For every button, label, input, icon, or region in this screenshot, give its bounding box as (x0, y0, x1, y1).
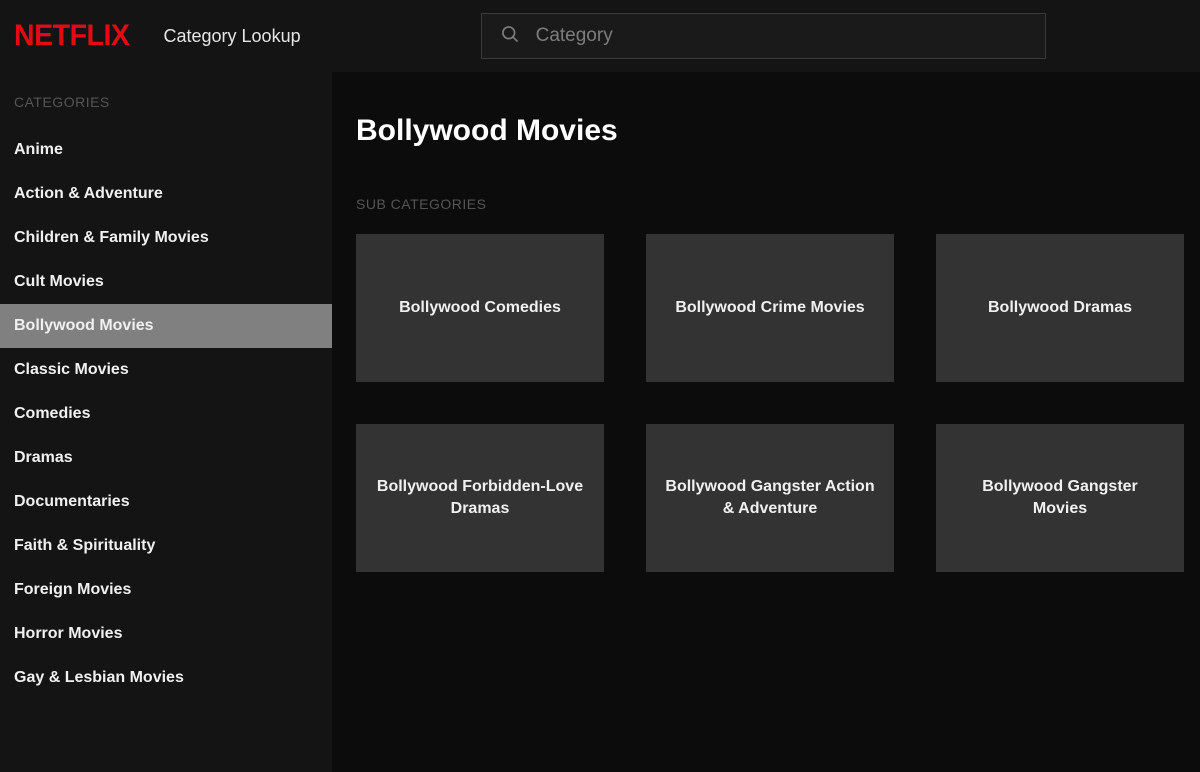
sidebar-item[interactable]: Foreign Movies (0, 568, 332, 612)
page-title: Bollywood Movies (356, 114, 1176, 148)
search-icon (500, 24, 520, 49)
sidebar-item[interactable]: Comedies (0, 392, 332, 436)
subcategory-card[interactable]: Bollywood Comedies (356, 234, 604, 382)
subcategory-label: Bollywood Gangster Movies (954, 476, 1166, 519)
sidebar: CATEGORIES Anime Action & Adventure Childr… (0, 72, 332, 772)
sidebar-item-label: Cult Movies (14, 273, 104, 290)
subcategory-card[interactable]: Bollywood Gangster Action & Adventure (646, 424, 894, 572)
search-input[interactable] (536, 25, 1027, 47)
header: NETFLIX Category Lookup (0, 0, 1200, 72)
sidebar-item-label: Action & Adventure (14, 185, 163, 202)
subcategory-label: Bollywood Comedies (399, 297, 561, 319)
sidebar-item-label: Children & Family Movies (14, 229, 209, 246)
sidebar-item[interactable]: Gay & Lesbian Movies (0, 656, 332, 700)
sidebar-item[interactable]: Children & Family Movies (0, 216, 332, 260)
subcategory-card[interactable]: Bollywood Crime Movies (646, 234, 894, 382)
sidebar-item[interactable]: Cult Movies (0, 260, 332, 304)
sidebar-item-label: Documentaries (14, 493, 130, 510)
netflix-logo: NETFLIX (14, 19, 129, 53)
subcategory-label: Bollywood Forbidden-Love Dramas (374, 476, 586, 519)
sidebar-item-label: Bollywood Movies (14, 317, 154, 334)
search-box[interactable] (481, 13, 1046, 59)
sidebar-item[interactable]: Dramas (0, 436, 332, 480)
subcategory-card[interactable]: Bollywood Forbidden-Love Dramas (356, 424, 604, 572)
subcategory-label: Bollywood Gangster Action & Adventure (664, 476, 876, 519)
sidebar-item-label: Gay & Lesbian Movies (14, 669, 184, 686)
sidebar-item-label: Anime (14, 141, 63, 158)
main-panel: Bollywood Movies SUB CATEGORIES Bollywoo… (332, 72, 1200, 772)
sidebar-item-label: Foreign Movies (14, 581, 131, 598)
subcategory-label: Bollywood Crime Movies (675, 297, 864, 319)
sidebar-item-label: Dramas (14, 449, 73, 466)
app-title: Category Lookup (164, 26, 301, 47)
sidebar-item[interactable]: Faith & Spirituality (0, 524, 332, 568)
sub-categories-heading: SUB CATEGORIES (356, 196, 1176, 212)
sidebar-item-label: Comedies (14, 405, 90, 422)
sidebar-item[interactable]: Action & Adventure (0, 172, 332, 216)
sidebar-item[interactable]: Documentaries (0, 480, 332, 524)
sidebar-item[interactable]: Bollywood Movies (0, 304, 332, 348)
subcategory-card[interactable]: Bollywood Gangster Movies (936, 424, 1184, 572)
sidebar-item-label: Horror Movies (14, 625, 122, 642)
subcategory-label: Bollywood Dramas (988, 297, 1132, 319)
sidebar-item[interactable]: Anime (0, 128, 332, 172)
subcategory-card[interactable]: Bollywood Dramas (936, 234, 1184, 382)
sidebar-heading: CATEGORIES (0, 94, 332, 128)
sidebar-item-label: Faith & Spirituality (14, 537, 155, 554)
sidebar-item-label: Classic Movies (14, 361, 129, 378)
sidebar-item[interactable]: Classic Movies (0, 348, 332, 392)
sidebar-item[interactable]: Horror Movies (0, 612, 332, 656)
